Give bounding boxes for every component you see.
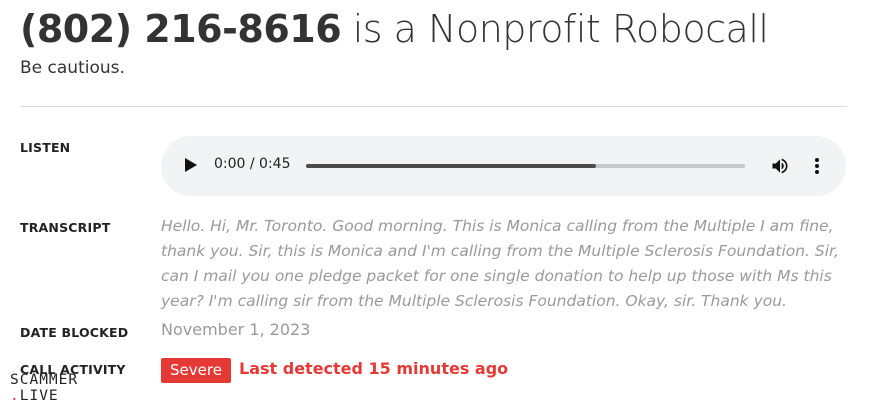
date-blocked-label: DATE BLOCKED (20, 325, 129, 340)
logo-line1: SCAMMER (10, 372, 79, 388)
caution-subtitle: Be cautious. (20, 58, 125, 78)
date-blocked-value: November 1, 2023 (161, 320, 311, 339)
page-title: (802) 216-8616 is a Nonprofit Robocall (20, 6, 769, 52)
logo-dot: . (10, 388, 20, 404)
audio-player[interactable]: 0:00 / 0:45 (161, 136, 846, 196)
more-vertical-icon[interactable] (813, 156, 821, 176)
transcript-label: TRANSCRIPT (20, 220, 111, 235)
divider (20, 106, 847, 107)
audio-progress-track[interactable] (306, 164, 745, 168)
transcript-text: Hello. Hi, Mr. Toronto. Good morning. Th… (161, 217, 839, 310)
logo-line2: LIVE (19, 388, 59, 404)
listen-label: LISTEN (20, 140, 71, 155)
audio-progress-fill (306, 164, 596, 168)
volume-icon[interactable] (769, 156, 791, 176)
audio-time: 0:00 / 0:45 (214, 156, 291, 172)
severity-badge: Severe (161, 358, 231, 383)
phone-number: (802) 216-8616 (20, 7, 342, 51)
last-detected-text: Last detected 15 minutes ago (239, 359, 509, 378)
play-icon[interactable] (185, 158, 197, 172)
title-suffix: is a Nonprofit Robocall (341, 7, 769, 51)
scammer-live-logo: SCAMMER .LIVE (10, 372, 78, 404)
